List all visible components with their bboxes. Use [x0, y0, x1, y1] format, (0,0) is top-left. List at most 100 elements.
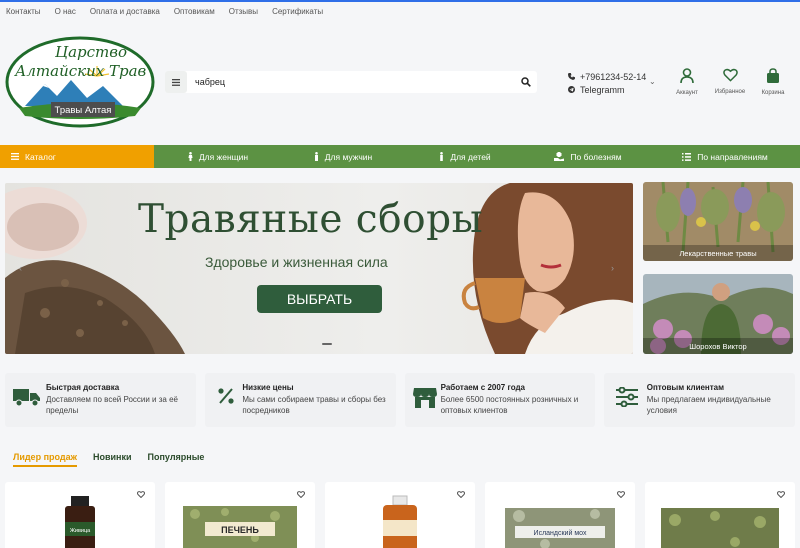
nav-item-kids[interactable]: Для детей	[404, 145, 526, 168]
logo-text-line1: Царство	[55, 43, 127, 61]
product-label-text: ПЕЧЕНЬ	[221, 525, 259, 535]
feature-fast-delivery: Быстрая доставка Доставляем по всей Росс…	[5, 373, 196, 427]
cart-label: Корзина	[761, 90, 785, 96]
top-links-bar: Контакты О нас Оплата и доставка Оптовик…	[0, 2, 800, 20]
toplink-about[interactable]: О нас	[55, 7, 76, 16]
feature-title: Работаем с 2007 года	[440, 383, 525, 392]
product-card[interactable]: Исландский мох	[485, 482, 635, 548]
tab-popular[interactable]: Популярные	[148, 452, 205, 467]
catalog-label: Каталог	[25, 151, 56, 162]
product-carousel: Живица ПЕЧЕНЬ Исландский мох	[5, 482, 800, 548]
heart-icon[interactable]	[617, 491, 625, 498]
toplink-wholesale[interactable]: Оптовикам	[174, 7, 215, 16]
side-banner-caption: Шорохов Виктор	[643, 338, 793, 354]
percent-icon	[217, 388, 234, 404]
cart-button[interactable]: Корзина	[753, 68, 793, 96]
toplink-contacts[interactable]: Контакты	[6, 7, 41, 16]
medical-hand-icon	[554, 152, 565, 161]
nav-item-directions[interactable]: По направлениям	[650, 145, 800, 168]
product-card[interactable]: ПЕЧЕНЬ	[165, 482, 315, 548]
nav-item-men[interactable]: Для мужчин	[282, 145, 404, 168]
phone-icon	[568, 73, 575, 80]
list-icon	[682, 152, 692, 161]
product-image: Исландский мох	[505, 508, 615, 548]
nav-item-label: По болезням	[570, 151, 622, 162]
heart-icon[interactable]	[297, 491, 305, 498]
person-icon	[314, 152, 318, 161]
hero-title: Травяные сборы	[138, 197, 484, 242]
slider-pagination-dot[interactable]	[322, 343, 332, 345]
toplink-reviews[interactable]: Отзывы	[229, 7, 258, 16]
hero-banner[interactable]: Травяные сборы Здоровье и жизненная сила…	[5, 183, 633, 354]
tab-new[interactable]: Новинки	[93, 452, 132, 467]
side-banner-person[interactable]: Шорохов Виктор	[643, 274, 793, 354]
tab-bestsellers[interactable]: Лидер продаж	[13, 452, 77, 467]
nav-item-diseases[interactable]: По болезням	[526, 145, 650, 168]
phone-number: +7961234-52-14	[580, 71, 647, 82]
features-strip: Быстрая доставка Доставляем по всей Росс…	[5, 373, 795, 427]
truck-icon	[13, 389, 41, 407]
shopping-bag-icon	[767, 68, 779, 83]
toplink-payment-delivery[interactable]: Оплата и доставка	[90, 7, 160, 16]
hamburger-icon	[11, 153, 19, 160]
favorites-button[interactable]: Избранное	[710, 68, 750, 95]
search-input[interactable]	[187, 77, 515, 87]
product-tabs: Лидер продаж Новинки Популярные	[13, 452, 204, 467]
site-logo[interactable]: Царство Алтайских Трав Травы Алтая	[5, 36, 155, 128]
nav-item-label: Для женщин	[198, 151, 249, 162]
favorites-label: Избранное	[714, 89, 746, 95]
product-image	[661, 508, 779, 548]
feature-title: Быстрая доставка	[45, 383, 120, 392]
product-image	[383, 495, 417, 548]
heart-icon	[722, 68, 738, 82]
product-card[interactable]: Живица	[5, 482, 155, 548]
logo-badge: Травы Алтая	[55, 105, 112, 116]
telegram-icon	[568, 86, 575, 93]
heart-icon[interactable]	[777, 491, 785, 498]
slider-prev-arrow-icon[interactable]: ‹	[19, 263, 22, 273]
sliders-icon	[616, 387, 639, 407]
child-icon	[440, 152, 444, 161]
product-image: ПЕЧЕНЬ	[183, 506, 297, 548]
feature-low-prices: Низкие цены Мы сами собираем травы и сбо…	[204, 373, 396, 427]
nav-item-label: Для мужчин	[324, 151, 373, 162]
slider-next-arrow-icon[interactable]: ›	[611, 263, 614, 273]
nav-item-women[interactable]: Для женщин	[154, 145, 282, 168]
catalog-button[interactable]: Каталог	[0, 145, 154, 168]
heart-icon[interactable]	[457, 491, 465, 498]
search-icon	[521, 77, 531, 87]
feature-description: Доставляем по всей России и за её предел…	[45, 395, 178, 415]
side-banner-caption: Лекарственные травы	[643, 245, 793, 261]
search-bar	[165, 71, 537, 93]
feature-since-2007: Работаем с 2007 года Более 6500 постоянн…	[404, 373, 596, 427]
search-menu-button[interactable]	[165, 71, 187, 93]
product-card[interactable]	[645, 482, 795, 548]
search-submit-button[interactable]	[515, 77, 537, 87]
store-icon	[412, 388, 437, 408]
user-icon	[680, 68, 694, 84]
product-image: Живица	[65, 496, 95, 548]
logo-text-line2: Алтайских Трав	[14, 62, 147, 80]
feature-description: Более 6500 постоянных розничных и оптовы…	[440, 395, 579, 415]
hero-subtitle: Здоровье и жизненная сила	[205, 254, 388, 270]
person-icon	[188, 152, 193, 161]
feature-title: Оптовым клиентам	[646, 383, 725, 392]
telegram-link: Telegramm	[580, 84, 625, 95]
feature-description: Мы сами собираем травы и сборы без посре…	[242, 395, 386, 415]
hero-cta-button[interactable]: ВЫБРАТЬ	[257, 285, 382, 313]
hamburger-icon	[172, 78, 180, 86]
side-banner-medicinal-herbs[interactable]: Лекарственные травы	[643, 182, 793, 261]
product-card[interactable]	[325, 482, 475, 548]
feature-title: Низкие цены	[242, 383, 294, 392]
header-contacts: +7961234-52-14 Telegramm ⌄	[568, 70, 664, 96]
product-label-text: Живица	[70, 528, 91, 534]
feature-description: Мы предлагаем индивидуальные условия	[646, 395, 771, 415]
account-button[interactable]: Аккаунт	[667, 68, 707, 96]
heart-icon[interactable]	[137, 491, 145, 498]
nav-item-label: Для детей	[450, 151, 491, 162]
chevron-down-icon[interactable]: ⌄	[649, 77, 656, 86]
product-label-text: Исландский мох	[534, 529, 587, 537]
toplink-certificates[interactable]: Сертификаты	[272, 7, 323, 16]
nav-item-label: По направлениям	[697, 151, 768, 162]
account-label: Аккаунт	[676, 90, 698, 96]
